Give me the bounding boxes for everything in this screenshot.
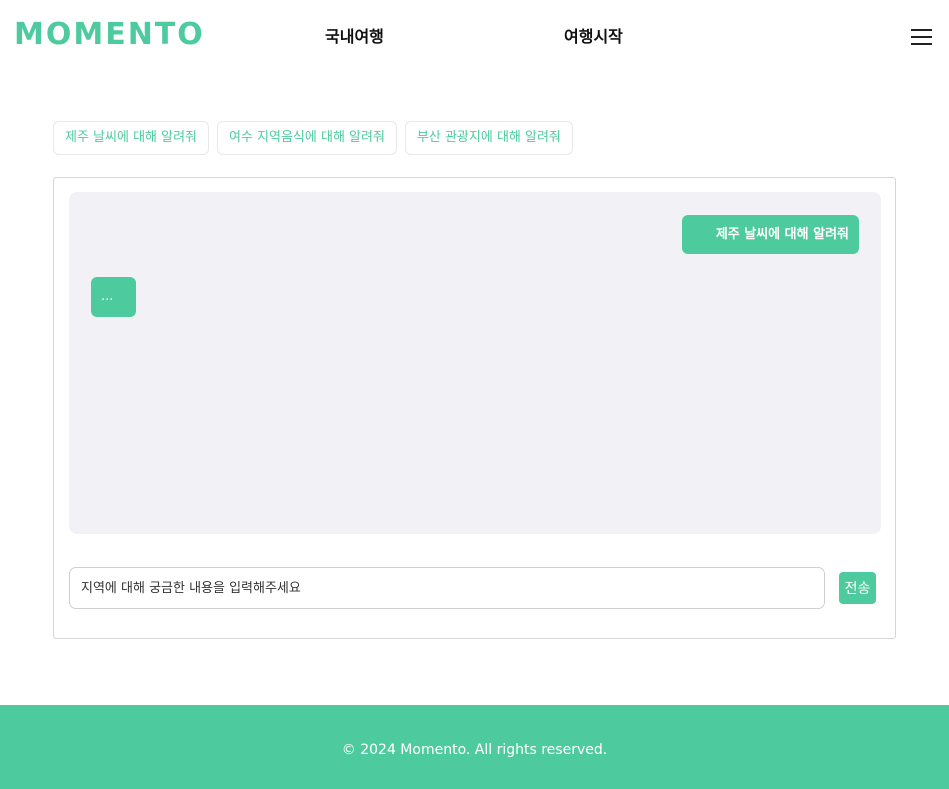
- bot-typing-bubble: ...: [91, 277, 136, 317]
- suggestion-chip-yeosu-food[interactable]: 여수 지역음식에 대해 알려줘: [217, 121, 397, 155]
- chat-input[interactable]: [69, 567, 825, 609]
- copyright-text: © 2024 Momento. All rights reserved.: [341, 742, 608, 758]
- site-footer: © 2024 Momento. All rights reserved.: [0, 705, 949, 789]
- nav-domestic-travel[interactable]: 국내여행: [325, 26, 384, 48]
- user-message-bubble: 제주 날씨에 대해 알려줘: [681, 215, 859, 254]
- suggestion-chips: 제주 날씨에 대해 알려줘 여수 지역음식에 대해 알려줘 부산 관광지에 대해…: [53, 121, 573, 155]
- site-header: MOMENTO 국내여행 여행시작: [0, 0, 949, 75]
- nav-start-travel[interactable]: 여행시작: [564, 26, 623, 48]
- hamburger-menu-icon[interactable]: [911, 28, 932, 46]
- logo[interactable]: MOMENTO: [14, 17, 205, 53]
- chat-panel: 제주 날씨에 대해 알려줘 ... 전송: [53, 177, 896, 639]
- chat-input-row: 전송: [69, 567, 881, 609]
- send-button[interactable]: 전송: [839, 572, 876, 604]
- suggestion-chip-jeju-weather[interactable]: 제주 날씨에 대해 알려줘: [53, 121, 209, 155]
- suggestion-chip-busan-sights[interactable]: 부산 관광지에 대해 알려줘: [404, 121, 573, 155]
- message-list[interactable]: 제주 날씨에 대해 알려줘 ...: [69, 192, 881, 534]
